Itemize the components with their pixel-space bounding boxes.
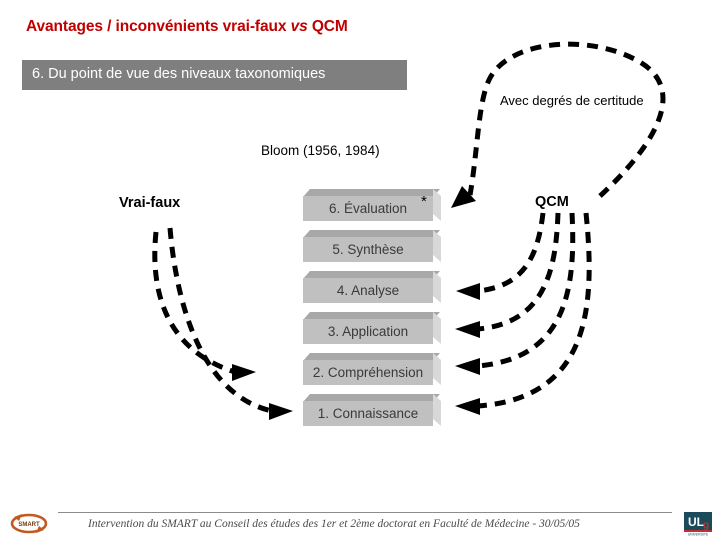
taxonomy-block-label: 4. Analyse <box>336 283 400 298</box>
label-avec-degres-de-certitude: Avec degrés de certitude <box>500 93 644 108</box>
smart-logo: SMART <box>10 513 48 534</box>
label-qcm: QCM <box>535 194 569 210</box>
qcm-arrow-to-block-1 <box>455 212 592 415</box>
ulg-logo-subtext: UNIVERSITE <box>688 533 709 537</box>
page-title: Avantages / inconvénients vrai-faux vs Q… <box>26 18 348 36</box>
ulg-logo: UL g UNIVERSITE <box>684 512 712 536</box>
block-side-face <box>433 271 441 303</box>
section-header-bar: 6. Du point de vue des niveaux taxonomiq… <box>22 60 407 90</box>
taxonomy-block-label: 5. Synthèse <box>332 242 404 257</box>
taxonomy-block-5: 5. Synthèse <box>303 230 441 262</box>
block-side-face <box>433 312 441 344</box>
taxonomy-block-label: 3. Application <box>327 324 409 339</box>
footer-text: Intervention du SMART au Conseil des étu… <box>88 518 580 530</box>
taxonomy-block-3: 3. Application <box>303 312 441 344</box>
taxonomy-block-2: 2. Compréhension <box>303 353 441 385</box>
slide-canvas: Avantages / inconvénients vrai-faux vs Q… <box>0 0 720 540</box>
taxonomy-block-label: 2. Compréhension <box>312 365 424 380</box>
asterisk-marker: * <box>421 193 427 210</box>
qcm-arrow-to-block-3 <box>455 212 561 338</box>
taxonomy-block-4: 4. Analyse <box>303 271 441 303</box>
vrai-faux-arrow-to-block-2 <box>152 231 256 381</box>
page-title-tail: QCM <box>307 18 348 35</box>
vrai-faux-arrow-to-block-1 <box>167 227 293 420</box>
block-side-face <box>433 394 441 426</box>
qcm-arrow-to-block-2 <box>455 212 576 375</box>
qcm-arrow-with-certainty-to-block-6 <box>451 41 666 208</box>
label-bloom-source: Bloom (1956, 1984) <box>261 143 380 158</box>
page-title-main: Avantages / inconvénients vrai-faux <box>26 18 291 35</box>
section-header-label: 6. Du point de vue des niveaux taxonomiq… <box>32 66 326 82</box>
smart-logo-text: SMART <box>18 522 40 528</box>
block-side-face <box>433 353 441 385</box>
taxonomy-block-1: 1. Connaissance <box>303 394 441 426</box>
footer-divider <box>58 512 672 513</box>
ulg-logo-text: UL <box>688 515 704 529</box>
qcm-arrow-to-block-4 <box>456 212 546 300</box>
taxonomy-block-label: 1. Connaissance <box>317 406 419 421</box>
taxonomy-block-label: 6. Évaluation <box>328 201 408 216</box>
block-side-face <box>433 189 441 221</box>
svg-text:g: g <box>703 520 709 531</box>
label-vrai-faux: Vrai-faux <box>119 195 181 211</box>
block-side-face <box>433 230 441 262</box>
taxonomy-block-6: 6. Évaluation * <box>303 189 441 221</box>
page-title-italic: vs <box>290 18 308 35</box>
